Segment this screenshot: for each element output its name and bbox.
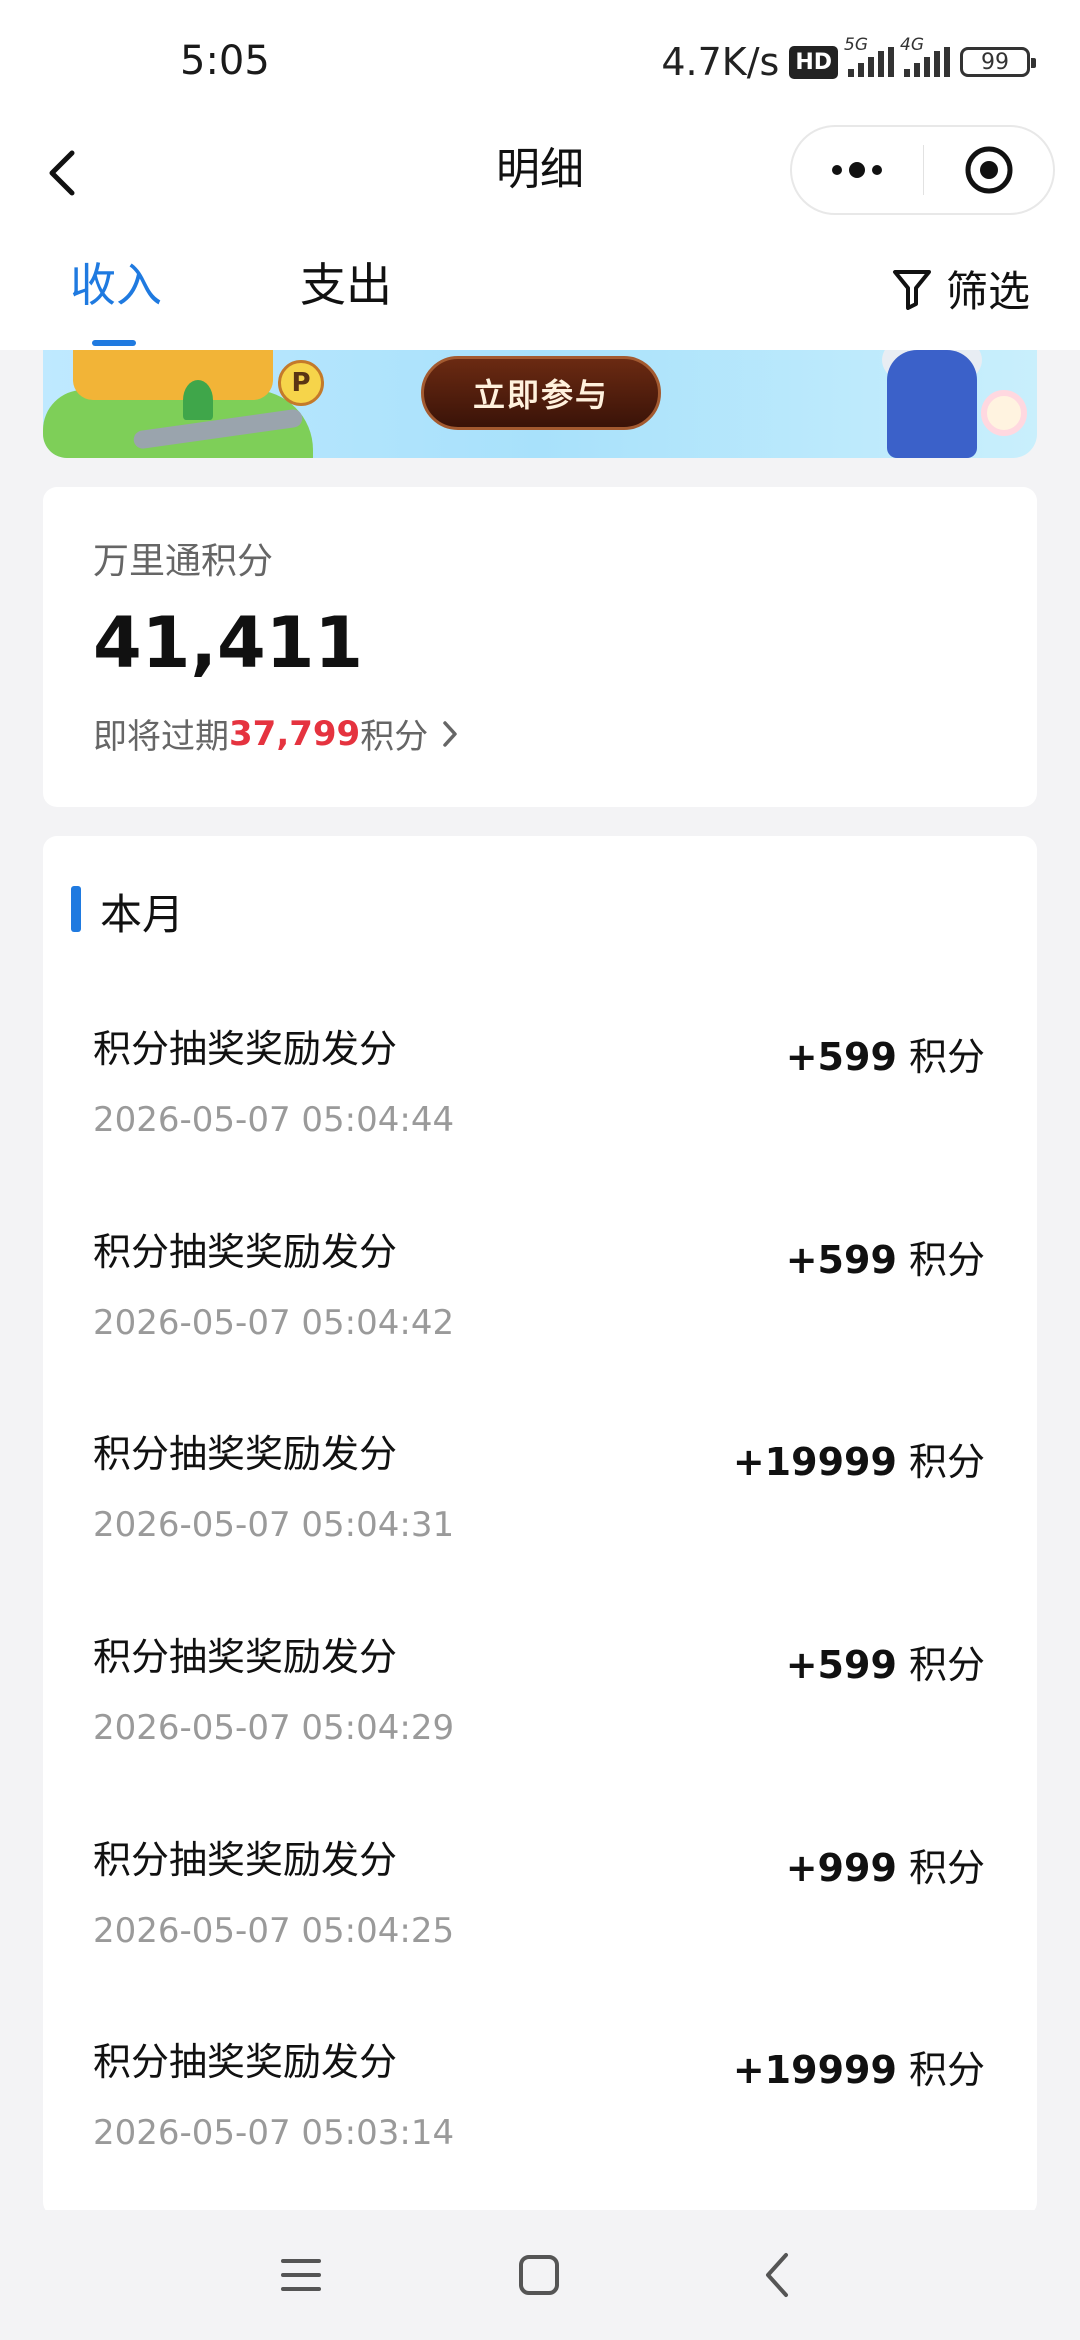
banner-car-illustration bbox=[73, 350, 273, 400]
status-bar: 5:05 4.7K/s HD 5G 4G 99 bbox=[0, 0, 1080, 120]
filter-label: 筛选 bbox=[945, 267, 1030, 316]
record-row[interactable]: 积分抽奖奖励发分 2026-05-07 05:04:29 +599 积分 bbox=[43, 1626, 1037, 1826]
record-amount-value: +599 bbox=[785, 1238, 897, 1282]
mascot-illustration bbox=[887, 350, 977, 458]
active-tab-indicator bbox=[92, 340, 136, 346]
record-row[interactable]: 积分抽奖奖励发分 2026-05-07 05:03:14 +19999 积分 bbox=[43, 2031, 1037, 2216]
status-time: 5:05 bbox=[180, 38, 270, 84]
expire-value: 37,799 bbox=[229, 713, 361, 754]
record-title: 积分抽奖奖励发分 bbox=[93, 1230, 398, 1274]
record-amount: +599 积分 bbox=[786, 1229, 985, 1284]
battery-level: 99 bbox=[981, 49, 1009, 75]
close-target-icon[interactable] bbox=[924, 127, 1053, 213]
record-row[interactable]: 积分抽奖奖励发分 2026-05-07 05:04:25 +999 积分 bbox=[43, 1829, 1037, 2029]
record-amount-value: +19999 bbox=[732, 1440, 897, 1484]
record-amount-unit: 积分 bbox=[908, 2048, 985, 2092]
record-amount-unit: 积分 bbox=[908, 1238, 985, 1282]
record-amount-value: +599 bbox=[785, 1643, 897, 1687]
record-amount-unit: 积分 bbox=[908, 1440, 985, 1484]
record-title: 积分抽奖奖励发分 bbox=[93, 1432, 398, 1476]
record-row[interactable]: 积分抽奖奖励发分 2026-05-07 05:04:42 +599 积分 bbox=[43, 1221, 1037, 1421]
funnel-icon bbox=[892, 269, 931, 310]
mini-program-capsule bbox=[790, 125, 1055, 215]
record-time: 2026-05-07 05:03:14 bbox=[93, 2113, 455, 2153]
record-row[interactable]: 积分抽奖奖励发分 2026-05-07 05:04:31 +19999 积分 bbox=[43, 1423, 1037, 1623]
page-header: 明细 bbox=[0, 120, 1080, 230]
record-title: 积分抽奖奖励发分 bbox=[93, 1838, 398, 1882]
record-amount-value: +19999 bbox=[732, 2048, 897, 2092]
record-amount: +999 积分 bbox=[786, 1837, 985, 1892]
record-amount: +599 积分 bbox=[786, 1026, 985, 1081]
back-triangle-icon[interactable] bbox=[742, 2240, 812, 2310]
parking-sign-icon: P bbox=[278, 360, 324, 406]
join-now-button[interactable]: 立即参与 bbox=[421, 356, 661, 430]
record-amount: +19999 积分 bbox=[733, 1431, 985, 1486]
record-time: 2026-05-07 05:04:44 bbox=[93, 1100, 455, 1140]
banner-tree-illustration bbox=[183, 380, 213, 420]
signal-4g-icon: 4G bbox=[900, 35, 950, 77]
status-indicators: 4.7K/s HD 5G 4G 99 bbox=[661, 35, 1036, 84]
record-time: 2026-05-07 05:04:25 bbox=[93, 1911, 455, 1951]
battery-icon: 99 bbox=[960, 47, 1036, 77]
record-amount: +19999 积分 bbox=[733, 2039, 985, 2094]
system-nav-bar bbox=[0, 2210, 1080, 2340]
record-title: 积分抽奖奖励发分 bbox=[93, 2040, 398, 2084]
expire-prefix: 即将过期 bbox=[93, 717, 229, 757]
flower-illustration bbox=[981, 390, 1027, 436]
expire-suffix: 积分 bbox=[360, 717, 429, 757]
record-row[interactable]: 积分抽奖奖励发分 2026-05-07 05:04:44 +599 积分 bbox=[43, 1018, 1037, 1218]
tab-expense-label: 支出 bbox=[300, 258, 392, 312]
month-accent-bar bbox=[71, 886, 81, 932]
filter-button[interactable]: 筛选 bbox=[892, 258, 1030, 319]
record-time: 2026-05-07 05:04:29 bbox=[93, 1708, 455, 1748]
tab-income[interactable]: 收入 bbox=[70, 255, 162, 346]
record-title: 积分抽奖奖励发分 bbox=[93, 1027, 398, 1071]
points-balance: 41,411 bbox=[93, 602, 364, 684]
menu-icon[interactable] bbox=[266, 2240, 336, 2310]
signal-5g-icon: 5G bbox=[844, 35, 894, 77]
home-square-icon[interactable] bbox=[504, 2240, 574, 2310]
tab-income-label: 收入 bbox=[70, 258, 162, 312]
tab-bar: 收入 支出 筛选 bbox=[0, 230, 1080, 350]
points-summary-card: 万里通积分 41,411 即将过期 37,799 积分 bbox=[43, 487, 1037, 807]
records-card: 本月 积分抽奖奖励发分 2026-05-07 05:04:44 +599 积分 … bbox=[43, 836, 1037, 2216]
chevron-right-icon bbox=[443, 720, 457, 747]
hd-icon: HD bbox=[789, 45, 838, 79]
record-time: 2026-05-07 05:04:31 bbox=[93, 1505, 455, 1545]
month-title: 本月 bbox=[100, 890, 185, 939]
signal-4g-label: 4G bbox=[900, 35, 924, 55]
record-amount-value: +999 bbox=[785, 1846, 897, 1890]
record-amount: +599 积分 bbox=[786, 1634, 985, 1689]
promo-banner[interactable]: P 立即参与 bbox=[43, 350, 1037, 458]
points-label: 万里通积分 bbox=[93, 541, 274, 582]
tab-expense[interactable]: 支出 bbox=[300, 255, 392, 315]
net-speed: 4.7K/s bbox=[661, 40, 780, 84]
record-title: 积分抽奖奖励发分 bbox=[93, 1635, 398, 1679]
record-amount-unit: 积分 bbox=[908, 1643, 985, 1687]
expiring-points-link[interactable]: 即将过期 37,799 积分 bbox=[93, 709, 460, 758]
record-time: 2026-05-07 05:04:42 bbox=[93, 1303, 455, 1343]
signal-5g-label: 5G bbox=[844, 35, 868, 55]
record-amount-value: +599 bbox=[785, 1035, 897, 1079]
more-dots-icon[interactable] bbox=[792, 127, 923, 213]
record-amount-unit: 积分 bbox=[908, 1846, 985, 1890]
record-amount-unit: 积分 bbox=[908, 1035, 985, 1079]
